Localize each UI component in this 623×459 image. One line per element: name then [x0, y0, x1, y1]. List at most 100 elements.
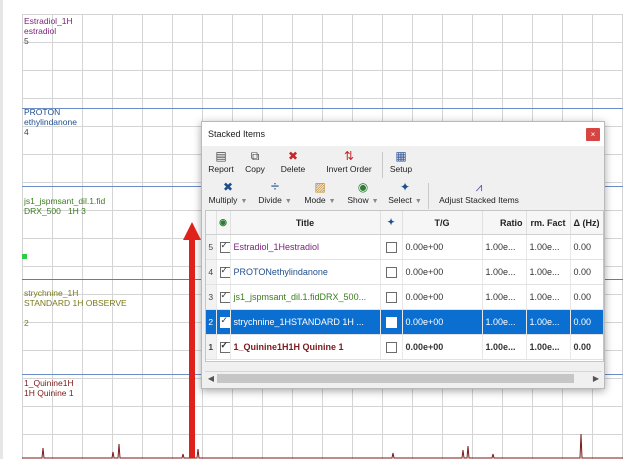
pin-icon: ✦	[399, 180, 411, 194]
row-tg[interactable]: 0.00e+00	[402, 284, 483, 310]
table-header: ◉ Title ✦ T/G Ratio rm. Fact Δ (Hz)	[206, 211, 603, 235]
row-title[interactable]: 1_Quinine1H1H Quinine 1	[230, 334, 381, 360]
row-title[interactable]: strychnine_1HSTANDARD 1H ...	[230, 309, 381, 335]
multiply-icon: ✖	[222, 180, 234, 194]
row-index: 3	[206, 284, 217, 310]
toolbar-separator	[382, 152, 383, 178]
chevron-down-icon: ▼	[240, 198, 248, 205]
table-row[interactable]: 4 PROTONethylindanone 0.00e+00 1.00e... …	[206, 259, 603, 285]
copy-icon: ⧉	[250, 149, 260, 163]
row-visible-checkbox[interactable]	[216, 334, 231, 360]
adjust-stacked-items-button[interactable]: ⩘ Adjust Stacked Items	[432, 179, 526, 205]
spectrum-label-estradiol: Estradiol_1H estradiol 5	[24, 16, 73, 46]
table-row[interactable]: 3 js1_jspmsant_dil.1.fidDRX_500... 0.00e…	[206, 284, 603, 310]
row-delta[interactable]: 0.00	[570, 234, 603, 260]
horizontal-scrollbar[interactable]: ◀ ▶	[205, 371, 602, 385]
header-tg[interactable]: T/G	[402, 211, 483, 235]
toolbar-top: ▤ Report ⧉ Copy ✖ Delete ⇅ Invert Order ▦ Set…	[202, 148, 604, 182]
row-index: 4	[206, 259, 217, 285]
row-visible-checkbox[interactable]	[216, 259, 231, 285]
green-marker	[22, 254, 27, 259]
row-title[interactable]: js1_jspmsant_dil.1.fidDRX_500...	[230, 284, 381, 310]
table-row[interactable]: 1 1_Quinine1H1H Quinine 1 0.00e+00 1.00e…	[206, 334, 603, 360]
dialog-titlebar[interactable]: Stacked Items ×	[202, 122, 604, 146]
chevron-down-icon: ▼	[414, 198, 422, 205]
scroll-right-icon[interactable]: ▶	[590, 372, 602, 385]
header-delta-hz[interactable]: Δ (Hz)	[570, 211, 603, 235]
invert-order-button[interactable]: ⇅ Invert Order	[320, 148, 378, 174]
header-ratio[interactable]: Ratio	[482, 211, 527, 235]
row-tg[interactable]: 0.00e+00	[402, 309, 483, 335]
spectrum-label-strychnine: strychnine_1H STANDARD 1H OBSERVE 2	[24, 288, 127, 328]
dialog-title: Stacked Items	[208, 129, 266, 139]
row-ratio[interactable]: 1.00e...	[482, 259, 527, 285]
row-delta[interactable]: 0.00	[570, 309, 603, 335]
row-pin-checkbox[interactable]	[380, 284, 403, 310]
spectrum-label-js1: js1_jspmsant_dil.1.fid DRX_500 1H 3	[24, 196, 106, 216]
row-tg[interactable]: 0.00e+00	[402, 234, 483, 260]
row-title[interactable]: PROTONethylindanone	[230, 259, 381, 285]
report-icon: ▤	[215, 149, 227, 163]
row-delta[interactable]: 0.00	[570, 259, 603, 285]
copy-button[interactable]: ⧉ Copy	[242, 148, 268, 174]
multiply-button[interactable]: ✖ Multiply ▼	[205, 179, 251, 205]
row-tg[interactable]: 0.00e+00	[402, 259, 483, 285]
eye-icon: ◉	[357, 180, 369, 194]
row-index: 2	[206, 309, 217, 335]
chevron-down-icon: ▼	[284, 198, 292, 205]
close-button[interactable]: ×	[586, 128, 600, 141]
setup-icon: ▦	[395, 149, 407, 163]
table-row[interactable]: 5 Estradiol_1Hestradiol 0.00e+00 1.00e..…	[206, 234, 603, 260]
row-index: 5	[206, 234, 217, 260]
row-tg[interactable]: 0.00e+00	[402, 334, 483, 360]
divide-button[interactable]: ÷ Divide ▼	[254, 178, 296, 206]
divide-icon: ÷	[270, 178, 280, 195]
spectrum-label-proton: PROTON ethylindanone 4	[24, 107, 77, 137]
row-visible-checkbox[interactable]	[216, 284, 231, 310]
row-pin-checkbox[interactable]	[380, 309, 403, 335]
mode-icon: ▨	[314, 180, 326, 194]
row-delta[interactable]: 0.00	[570, 334, 603, 360]
row-index: 1	[206, 334, 217, 360]
row-visible-checkbox[interactable]	[216, 309, 231, 335]
scroll-left-icon[interactable]: ◀	[205, 372, 217, 385]
row-pin-checkbox[interactable]	[380, 234, 403, 260]
header-visibility[interactable]: ◉	[216, 211, 231, 235]
row-norm-factor[interactable]: 1.00e...	[526, 334, 571, 360]
toolbar-separator	[428, 183, 429, 209]
row-norm-factor[interactable]: 1.00e...	[526, 259, 571, 285]
row-ratio[interactable]: 1.00e...	[482, 234, 527, 260]
row-ratio[interactable]: 1.00e...	[482, 284, 527, 310]
row-visible-checkbox[interactable]	[216, 234, 231, 260]
row-norm-factor[interactable]: 1.00e...	[526, 284, 571, 310]
row-norm-factor[interactable]: 1.00e...	[526, 309, 571, 335]
chevron-down-icon: ▼	[328, 198, 336, 205]
scrollbar-thumb[interactable]	[217, 374, 574, 383]
row-ratio[interactable]: 1.00e...	[482, 309, 527, 335]
row-norm-factor[interactable]: 1.00e...	[526, 234, 571, 260]
header-index	[206, 211, 217, 235]
table-row-selected[interactable]: 2 strychnine_1HSTANDARD 1H ... 0.00e+00 …	[206, 309, 603, 335]
left-edge	[0, 0, 3, 459]
row-pin-checkbox[interactable]	[380, 334, 403, 360]
setup-button[interactable]: ▦ Setup	[386, 148, 416, 174]
quinine-spectrum-trace	[22, 434, 623, 459]
row-delta[interactable]: 0.00	[570, 284, 603, 310]
row-pin-checkbox[interactable]	[380, 259, 403, 285]
header-title[interactable]: Title	[230, 211, 381, 235]
eye-icon: ◉	[219, 217, 227, 227]
stacked-items-dialog: Stacked Items × ▤ Report ⧉ Copy ✖ Delete ⇅ I…	[201, 121, 605, 389]
row-title[interactable]: Estradiol_1Hestradiol	[230, 234, 381, 260]
show-button[interactable]: ◉ Show ▼	[342, 179, 384, 205]
delete-button[interactable]: ✖ Delete	[276, 148, 310, 174]
red-up-arrow-annotation	[183, 222, 201, 458]
report-button[interactable]: ▤ Report	[206, 148, 236, 174]
select-button[interactable]: ✦ Select ▼	[384, 179, 426, 205]
row-ratio[interactable]: 1.00e...	[482, 334, 527, 360]
mode-button[interactable]: ▨ Mode ▼	[299, 179, 341, 205]
header-norm-factor[interactable]: rm. Fact	[526, 211, 571, 235]
stacked-items-table: ◉ Title ✦ T/G Ratio rm. Fact Δ (Hz) 5 Es…	[205, 210, 604, 362]
delete-icon: ✖	[287, 149, 299, 163]
header-pin[interactable]: ✦	[380, 211, 403, 235]
invert-order-icon: ⇅	[343, 149, 355, 163]
